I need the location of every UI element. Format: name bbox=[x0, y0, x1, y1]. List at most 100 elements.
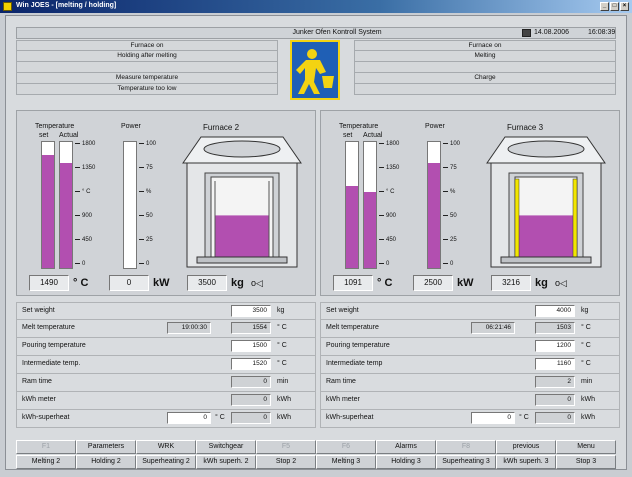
fkey-switchgear-button[interactable]: Switchgear bbox=[196, 440, 256, 454]
scale-tick-label: 75 bbox=[139, 165, 153, 171]
parameter-unit: kWh bbox=[277, 414, 291, 421]
parameter-input[interactable]: 1200 bbox=[535, 340, 575, 352]
action-holding-3-button[interactable]: Holding 3 bbox=[376, 455, 436, 469]
fkey-wrk-button[interactable]: WRK bbox=[136, 440, 196, 454]
fkey-menu-button[interactable]: Menu bbox=[556, 440, 616, 454]
status-line: Furnace on bbox=[16, 40, 278, 51]
parameter-value: 0 bbox=[535, 394, 575, 406]
temperature-unit: ° C bbox=[377, 277, 393, 289]
fkey-previous-button[interactable]: previous bbox=[496, 440, 556, 454]
parameter-input[interactable]: 1160 bbox=[535, 358, 575, 370]
scale-tick-label: 1350 bbox=[379, 165, 399, 171]
parameter-input[interactable]: 1500 bbox=[231, 340, 271, 352]
action-melting-2-button[interactable]: Melting 2 bbox=[16, 455, 76, 469]
system-name: Junker Ofen Kontroll System bbox=[292, 29, 382, 36]
status-line: Temperature too low bbox=[16, 84, 278, 95]
actual-label: Actual bbox=[363, 132, 383, 139]
minimize-icon[interactable]: _ bbox=[600, 2, 609, 11]
parameter-label: kWh-superheat bbox=[22, 414, 70, 421]
temp-actual-fill bbox=[60, 163, 72, 268]
scale-tick-label: 100 bbox=[139, 141, 156, 147]
status-line: Furnace on bbox=[354, 40, 616, 51]
parameter-unit: ° C bbox=[277, 342, 287, 349]
action-melting-3-button[interactable]: Melting 3 bbox=[316, 455, 376, 469]
action-superheating-2-button[interactable]: Superheating 2 bbox=[136, 455, 196, 469]
fkey-f6-button: F6 bbox=[316, 440, 376, 454]
scale-tick-label: 1350 bbox=[75, 165, 95, 171]
parameter-input[interactable]: 3500 bbox=[231, 305, 271, 317]
temp-scale: 1800 1350 ° C 900 450 0 bbox=[379, 141, 409, 269]
function-keys-bottom: Melting 2 Holding 2 Superheating 2 kWh supe… bbox=[16, 455, 616, 469]
parameter-label: Ram time bbox=[22, 378, 52, 385]
parameter-unit: kg bbox=[581, 307, 589, 314]
action-superheating-3-button[interactable]: Superheating 3 bbox=[436, 455, 496, 469]
temperature-unit: ° C bbox=[73, 277, 89, 289]
temperature-label: Temperature bbox=[339, 123, 379, 130]
power-readout: 2500 bbox=[413, 275, 453, 291]
parameter-label: Pouring temperature bbox=[22, 342, 86, 349]
parameter-unit: min bbox=[581, 378, 593, 385]
action-kwh-superh-3-button[interactable]: kWh superh. 3 bbox=[496, 455, 556, 469]
timestamp-field: 19:00:30 bbox=[167, 322, 211, 334]
parameter-row: Pouring temperature 1200 ° C bbox=[320, 338, 620, 356]
set-label: set bbox=[39, 132, 49, 139]
superheat-temp-input[interactable]: 0 bbox=[471, 412, 515, 424]
status-line: Holding after melting bbox=[16, 51, 278, 62]
status-left: Furnace on Holding after melting Measure… bbox=[16, 40, 278, 95]
parameter-input[interactable]: 1520 bbox=[231, 358, 271, 370]
status-right: Furnace on Melting Charge bbox=[354, 40, 616, 95]
weight-unit: kg bbox=[231, 277, 244, 289]
power-readout: 0 bbox=[109, 275, 149, 291]
furnace-panel-2: Temperature set Actual Power Furnace 2 1… bbox=[16, 110, 316, 296]
parameter-row: Melt temperature 06:21:46 1503 ° C bbox=[320, 320, 620, 338]
scale-tick-label: 1800 bbox=[379, 141, 399, 147]
status-line bbox=[16, 62, 278, 73]
parameter-label: kWh meter bbox=[22, 396, 56, 403]
parameter-row: kWh meter 0 kWh bbox=[16, 392, 316, 410]
close-icon[interactable]: × bbox=[620, 2, 629, 11]
scale-tick-label: % bbox=[139, 189, 151, 195]
action-stop-3-button[interactable]: Stop 3 bbox=[556, 455, 616, 469]
date-display: 14.08.2006 bbox=[534, 29, 570, 36]
parameter-row: Set weight 3500 kg bbox=[16, 302, 316, 320]
fkey-alarms-button[interactable]: Alarms bbox=[376, 440, 436, 454]
parameter-row: kWh-superheat 0 ° C 0 kWh bbox=[16, 410, 316, 428]
fkey-f5-button: F5 bbox=[256, 440, 316, 454]
parameter-row: Ram time 2 min bbox=[320, 374, 620, 392]
scale-tick-label: 0 bbox=[139, 261, 149, 267]
parameter-unit: ° C bbox=[519, 414, 529, 421]
parameter-value: 0 bbox=[231, 412, 271, 424]
scale-tick-label: 100 bbox=[443, 141, 460, 147]
action-holding-2-button[interactable]: Holding 2 bbox=[76, 455, 136, 469]
temp-scale: 1800 1350 ° C 900 450 0 bbox=[75, 141, 105, 269]
fkey-parameters-button[interactable]: Parameters bbox=[76, 440, 136, 454]
parameter-label: Ram time bbox=[326, 378, 356, 385]
action-stop-2-button[interactable]: Stop 2 bbox=[256, 455, 316, 469]
power-fill bbox=[428, 163, 440, 268]
power-unit: kW bbox=[153, 277, 170, 289]
temperature-label: Temperature bbox=[35, 123, 75, 130]
parameter-label: kWh-superheat bbox=[326, 414, 374, 421]
parameter-row: kWh meter 0 kWh bbox=[320, 392, 620, 410]
weight-readout: 3216 bbox=[491, 275, 531, 291]
parameter-label: kWh meter bbox=[326, 396, 360, 403]
scale-tick-label: 0 bbox=[443, 261, 453, 267]
parameter-label: Melt temperature bbox=[326, 324, 379, 331]
superheat-temp-input[interactable]: 0 bbox=[167, 412, 211, 424]
parameter-input[interactable]: 4000 bbox=[535, 305, 575, 317]
temperature-readout: 1091 bbox=[333, 275, 373, 291]
parameter-unit: kWh bbox=[581, 396, 595, 403]
scale-tick-label: 50 bbox=[443, 213, 457, 219]
set-label: set bbox=[343, 132, 353, 139]
scale-tick-label: 900 bbox=[75, 213, 92, 219]
scale-tick-label: 1800 bbox=[75, 141, 95, 147]
parameter-unit: ° C bbox=[277, 324, 287, 331]
parameter-unit: min bbox=[277, 378, 289, 385]
scale-tick-label: ° C bbox=[379, 189, 394, 195]
actual-label: Actual bbox=[59, 132, 79, 139]
parameter-label: Melt temperature bbox=[22, 324, 75, 331]
header-bar: Junker Ofen Kontroll System 14.08.2006 1… bbox=[16, 27, 616, 39]
junker-logo-icon bbox=[290, 40, 340, 100]
action-kwh-superh-2-button[interactable]: kWh superh. 2 bbox=[196, 455, 256, 469]
maximize-icon[interactable]: □ bbox=[610, 2, 619, 11]
